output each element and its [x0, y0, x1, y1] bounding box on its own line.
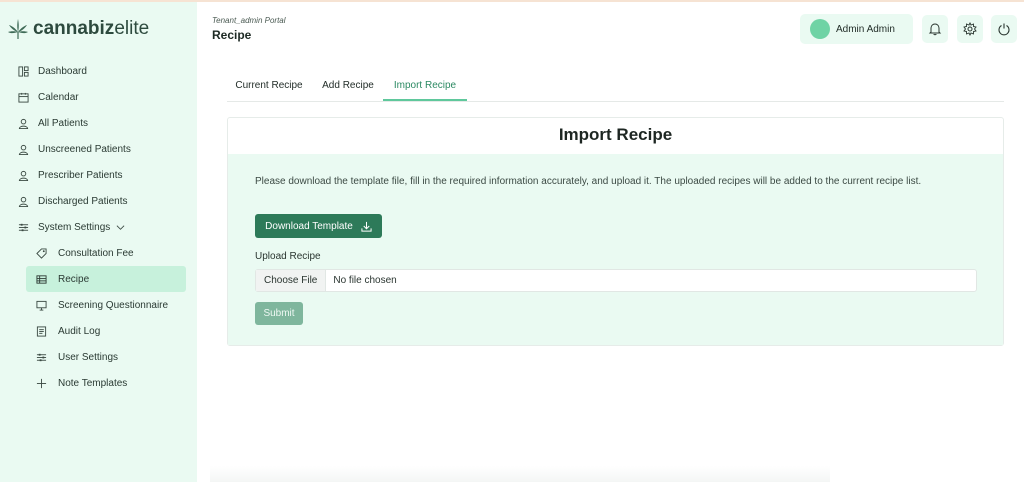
user-icon [16, 194, 30, 208]
log-icon [34, 324, 48, 338]
sidebar-item-discharged-patients[interactable]: Discharged Patients [10, 188, 186, 214]
logout-button[interactable] [991, 15, 1017, 43]
portal-subtitle: Tenant_admin Portal [212, 16, 286, 25]
tag-icon [34, 246, 48, 260]
sidebar-item-label: Prescriber Patients [38, 169, 123, 181]
sidebar-item-note-templates[interactable]: Note Templates [26, 370, 186, 396]
sidebar-item-audit-log[interactable]: Audit Log [26, 318, 186, 344]
sidebar-item-consultation-fee[interactable]: Consultation Fee [26, 240, 186, 266]
choose-file-button[interactable]: Choose File [256, 270, 327, 291]
sidebar-item-label: Recipe [58, 273, 90, 285]
card-body: Please download the template file, fill … [228, 154, 1003, 345]
page-title: Recipe [212, 28, 252, 42]
card-title: Import Recipe [558, 125, 673, 144]
sidebar: cannabizelite Dashboard Calendar All Pat… [0, 2, 197, 482]
avatar [810, 19, 830, 39]
sidebar-item-system-settings[interactable]: System Settings [10, 214, 186, 240]
tab-import-recipe[interactable]: Import Recipe [383, 74, 467, 101]
sidebar-item-all-patients[interactable]: All Patients [10, 110, 186, 136]
cannabis-leaf-icon [8, 19, 28, 39]
user-icon [16, 116, 30, 130]
sidebar-item-label: All Patients [38, 117, 89, 129]
sidebar-item-screening-questionnaire[interactable]: Screening Questionnaire [26, 292, 186, 318]
bottom-shadow [210, 466, 830, 482]
sidebar-item-label: Audit Log [58, 325, 101, 337]
user-name: Admin Admin [836, 23, 895, 35]
sidebar-item-calendar[interactable]: Calendar [10, 84, 186, 110]
chevron-down-icon [116, 224, 125, 230]
gear-icon [963, 22, 977, 36]
sidebar-item-user-settings[interactable]: User Settings [26, 344, 186, 370]
sliders-icon [34, 350, 48, 364]
sidebar-item-recipe[interactable]: Recipe [26, 266, 186, 292]
tab-current-recipe[interactable]: Current Recipe [227, 74, 311, 101]
download-template-button[interactable]: Download Template [255, 214, 382, 238]
user-icon [16, 168, 30, 182]
sidebar-item-label: Note Templates [58, 377, 128, 389]
monitor-icon [34, 298, 48, 312]
recipe-tabs: Current Recipe Add Recipe Import Recipe [227, 74, 1004, 102]
notifications-button[interactable] [922, 15, 948, 43]
submit-button[interactable]: Submit [255, 302, 303, 325]
file-upload-input[interactable]: Choose File No file chosen [255, 269, 977, 292]
power-icon [998, 23, 1010, 36]
sidebar-item-label: User Settings [58, 351, 119, 363]
sidebar-item-label: Screening Questionnaire [58, 299, 169, 311]
upload-recipe-label: Upload Recipe [255, 251, 321, 262]
calendar-icon [16, 90, 30, 104]
sliders-icon [16, 220, 30, 234]
brand-name: cannabizelite [33, 18, 150, 39]
sidebar-item-label: Unscreened Patients [38, 143, 131, 155]
user-menu-button[interactable]: Admin Admin [800, 14, 913, 44]
settings-button[interactable] [957, 15, 983, 43]
sidebar-item-label: Consultation Fee [58, 247, 134, 259]
sidebar-item-label: System Settings [38, 221, 111, 233]
import-recipe-card: Import Recipe Please download the templa… [227, 117, 1004, 346]
sidebar-item-label: Calendar [38, 91, 79, 103]
bell-icon [928, 23, 942, 36]
download-icon [361, 221, 372, 232]
instructions-text: Please download the template file, fill … [255, 176, 922, 187]
table-icon [34, 272, 48, 286]
plus-icon [34, 376, 48, 390]
dashboard-icon [16, 64, 30, 78]
download-template-label: Download Template [265, 220, 353, 232]
tab-add-recipe[interactable]: Add Recipe [315, 74, 381, 101]
file-status-text: No file chosen [333, 275, 397, 286]
sidebar-item-label: Discharged Patients [38, 195, 128, 207]
sidebar-item-prescriber-patients[interactable]: Prescriber Patients [10, 162, 186, 188]
user-icon [16, 142, 30, 156]
sidebar-item-label: Dashboard [38, 65, 87, 77]
sidebar-item-dashboard[interactable]: Dashboard [10, 58, 186, 84]
sidebar-item-unscreened-patients[interactable]: Unscreened Patients [10, 136, 186, 162]
brand-logo[interactable]: cannabizelite [6, 14, 149, 44]
